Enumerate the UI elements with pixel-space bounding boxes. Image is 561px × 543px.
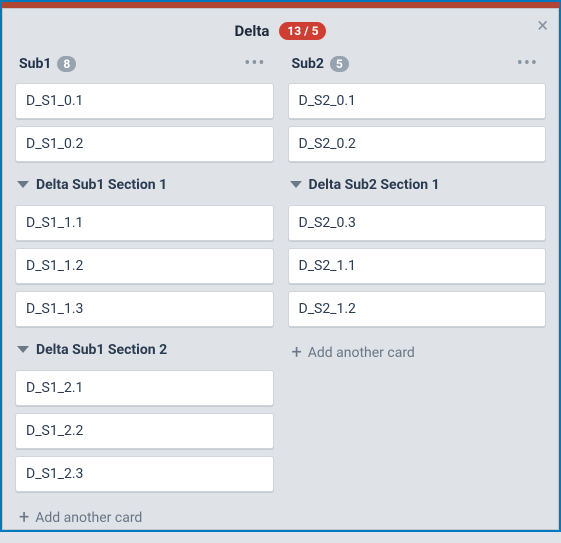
board-count-badge: 13 / 5 <box>279 22 326 40</box>
list-section-header[interactable]: Delta Sub1 Section 1 <box>15 169 274 201</box>
list-card[interactable]: D_S1_1.2 <box>15 248 274 284</box>
section-label: Delta Sub1 Section 2 <box>36 342 167 358</box>
list-card[interactable]: D_S2_1.2 <box>288 291 547 327</box>
list-sub2: Sub2 5 ••• D_S2_0.1 D_S2_0.2 Delta Sub2 … <box>288 49 547 368</box>
list-card[interactable]: D_S1_0.1 <box>15 83 274 119</box>
list-sub1: Sub1 8 ••• D_S1_0.1 D_S1_0.2 Delta Sub1 … <box>15 49 274 533</box>
board-header: Delta 13 / 5 × <box>3 9 558 49</box>
section-label: Delta Sub2 Section 1 <box>309 177 440 193</box>
list-title: Sub1 <box>19 56 51 72</box>
plus-icon: + <box>292 344 302 362</box>
list-menu-icon[interactable]: ••• <box>240 55 269 73</box>
add-card-button[interactable]: + Add another card <box>288 334 547 368</box>
list-card[interactable]: D_S1_1.3 <box>15 291 274 327</box>
chevron-down-icon <box>17 346 29 353</box>
list-card[interactable]: D_S2_0.3 <box>288 205 547 241</box>
board-panel: Delta 13 / 5 × Sub1 8 ••• D_S1_0.1 D_S1_… <box>2 8 559 530</box>
plus-icon: + <box>19 509 29 527</box>
add-card-label: Add another card <box>35 510 142 526</box>
list-header: Sub1 8 ••• <box>15 49 274 83</box>
close-icon[interactable]: × <box>537 15 548 35</box>
board-title: Delta <box>235 22 270 40</box>
add-card-label: Add another card <box>308 345 415 361</box>
list-section-header[interactable]: Delta Sub1 Section 2 <box>15 334 274 366</box>
list-card[interactable]: D_S1_2.3 <box>15 456 274 492</box>
list-menu-icon[interactable]: ••• <box>513 55 542 73</box>
chevron-down-icon <box>290 181 302 188</box>
add-card-button[interactable]: + Add another card <box>15 499 274 533</box>
chevron-down-icon <box>17 181 29 188</box>
board-frame: Delta 13 / 5 × Sub1 8 ••• D_S1_0.1 D_S1_… <box>0 0 561 532</box>
list-card[interactable]: D_S1_2.2 <box>15 413 274 449</box>
board-lists: Sub1 8 ••• D_S1_0.1 D_S1_0.2 Delta Sub1 … <box>3 49 558 543</box>
list-header: Sub2 5 ••• <box>288 49 547 83</box>
list-count-badge: 5 <box>330 56 349 72</box>
list-title: Sub2 <box>292 56 324 72</box>
section-label: Delta Sub1 Section 1 <box>36 177 167 193</box>
list-card[interactable]: D_S1_1.1 <box>15 205 274 241</box>
list-card[interactable]: D_S2_0.1 <box>288 83 547 119</box>
list-card[interactable]: D_S1_0.2 <box>15 126 274 162</box>
list-section-header[interactable]: Delta Sub2 Section 1 <box>288 169 547 201</box>
list-count-badge: 8 <box>57 56 76 72</box>
list-card[interactable]: D_S2_1.1 <box>288 248 547 284</box>
list-card[interactable]: D_S1_2.1 <box>15 370 274 406</box>
list-card[interactable]: D_S2_0.2 <box>288 126 547 162</box>
